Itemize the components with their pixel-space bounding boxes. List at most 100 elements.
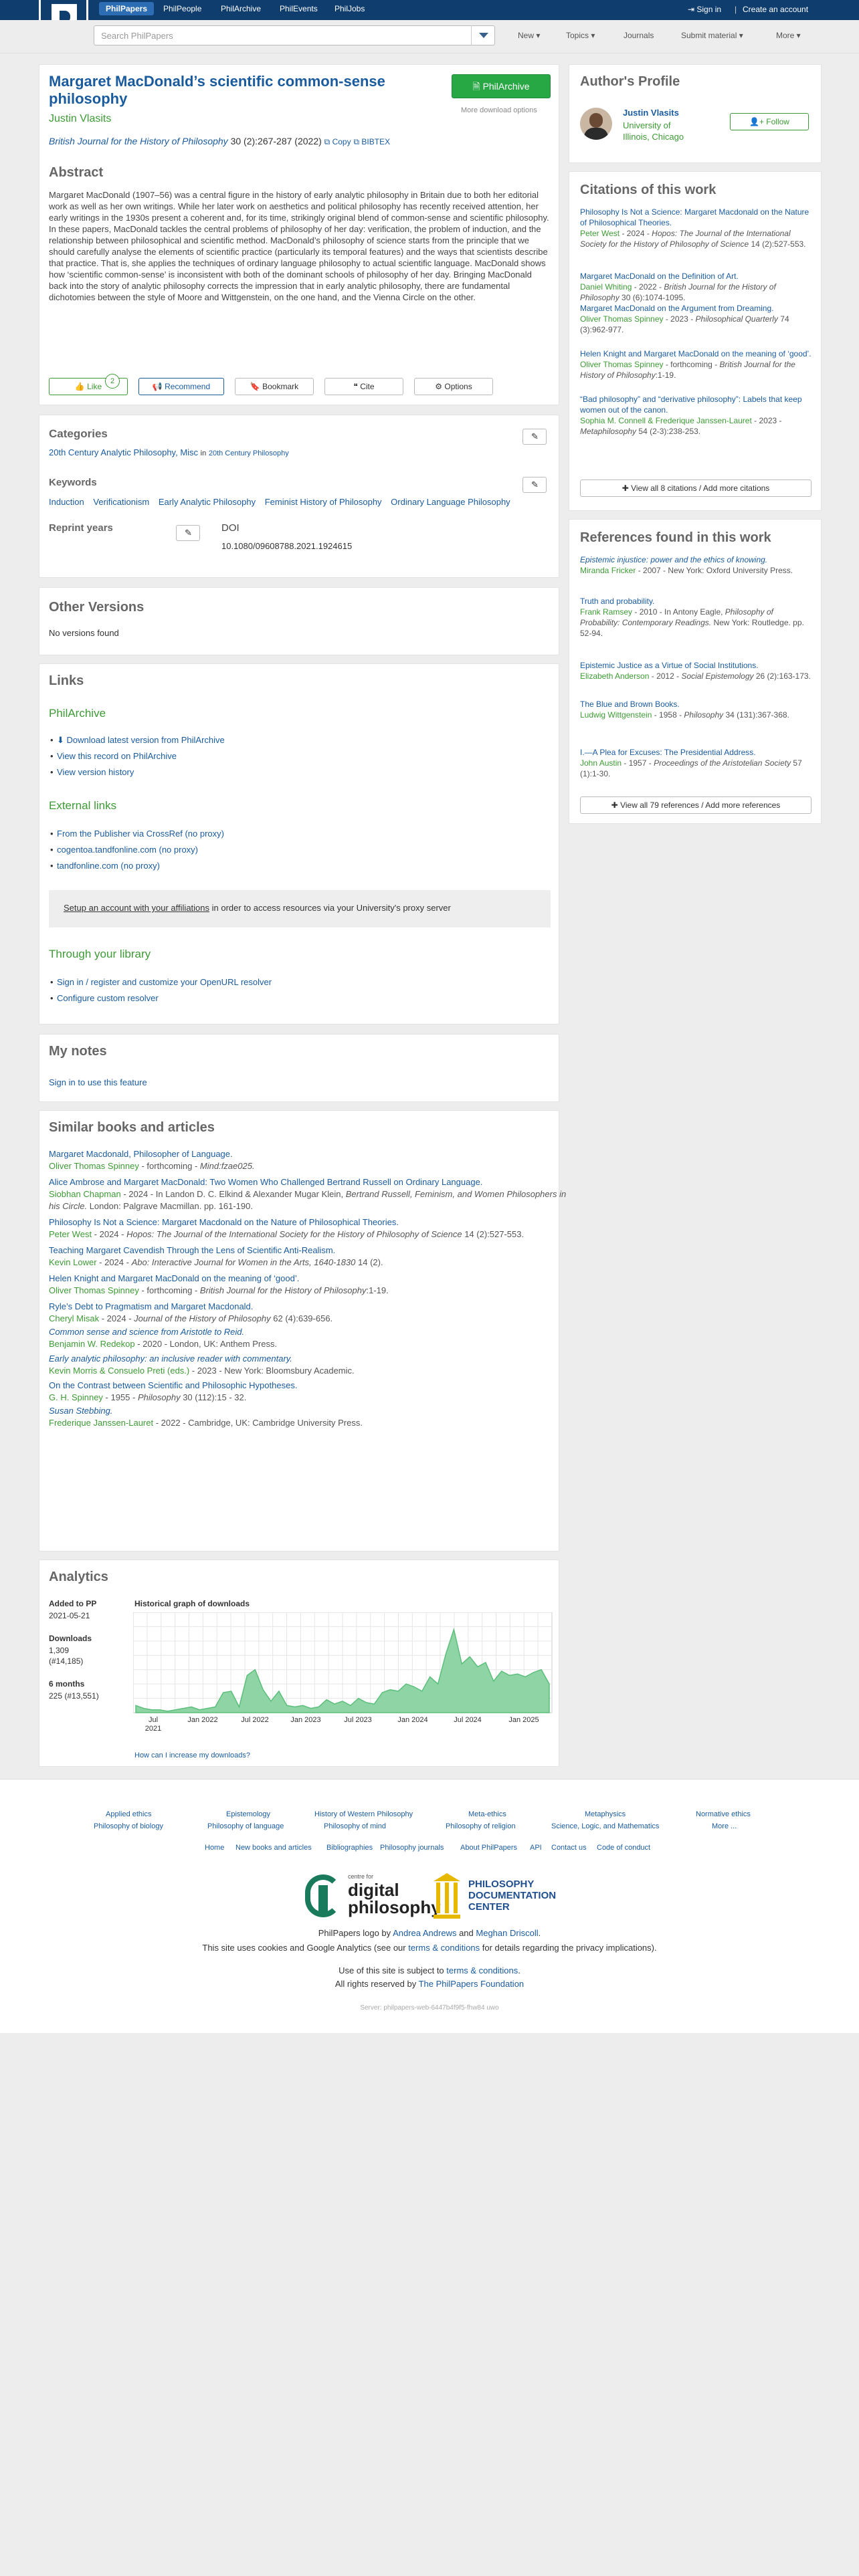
entry-title-link[interactable]: Philosophy Is Not a Science: Margaret Ma… bbox=[580, 207, 809, 227]
entry-author-link[interactable]: Miranda Fricker bbox=[580, 566, 636, 575]
openurl-link[interactable]: Sign in / register and customize your Op… bbox=[50, 977, 272, 987]
view-all-references-button[interactable]: ✚ View all 79 references / Add more refe… bbox=[580, 796, 812, 814]
menu-new[interactable]: New ▾ bbox=[518, 31, 540, 40]
entry-title-link[interactable]: Philosophy Is Not a Science: Margaret Ma… bbox=[49, 1217, 399, 1227]
footer-link[interactable]: New books and articles bbox=[235, 1844, 312, 1852]
tandfonline-link[interactable]: tandfonline.com (no proxy) bbox=[50, 861, 160, 871]
avatar[interactable] bbox=[580, 108, 612, 140]
footer-link[interactable]: Science, Logic, and Mathematics bbox=[551, 1822, 659, 1830]
footer-link[interactable]: Applied ethics bbox=[106, 1810, 152, 1818]
nav-philjobs[interactable]: PhilJobs bbox=[335, 4, 365, 13]
footer-link[interactable]: Bibliographies bbox=[326, 1844, 373, 1852]
custom-resolver-link[interactable]: Configure custom resolver bbox=[50, 993, 159, 1003]
entry-title-link[interactable]: On the Contrast between Scientific and P… bbox=[49, 1380, 297, 1390]
cookies-terms-link[interactable]: terms & conditions bbox=[408, 1943, 480, 1953]
edit-categories-pencil-icon[interactable] bbox=[522, 429, 547, 445]
footer-link[interactable]: More ... bbox=[712, 1822, 737, 1830]
entry-title-link[interactable]: Helen Knight and Margaret MacDonald on t… bbox=[580, 349, 812, 358]
keyword-link[interactable]: Verificationism bbox=[93, 497, 149, 507]
parent-category-link[interactable]: 20th Century Philosophy bbox=[209, 449, 289, 457]
nav-philarchive[interactable]: PhilArchive bbox=[221, 4, 261, 13]
entry-author-link[interactable]: Oliver Thomas Spinney bbox=[580, 360, 664, 369]
version-history-link[interactable]: View version history bbox=[50, 767, 134, 777]
copy-button[interactable]: ⧉ Copy bbox=[324, 137, 351, 146]
entry-title-link[interactable]: Susan Stebbing. bbox=[49, 1406, 112, 1416]
footer-link[interactable]: Home bbox=[205, 1844, 224, 1852]
entry-author-link[interactable]: Oliver Thomas Spinney bbox=[49, 1161, 139, 1171]
entry-author-link[interactable]: Cheryl Misak bbox=[49, 1313, 99, 1323]
philarchive-download-button[interactable]: 🗎 PhilArchive bbox=[452, 74, 551, 98]
edit-keywords-pencil-icon[interactable] bbox=[522, 477, 547, 493]
footer-link[interactable]: Metaphysics bbox=[585, 1810, 626, 1818]
increase-downloads-link[interactable]: How can I increase my downloads? bbox=[134, 1751, 250, 1759]
credit-link-andrews[interactable]: Andrea Andrews bbox=[393, 1928, 456, 1938]
entry-author-link[interactable]: Peter West bbox=[580, 229, 619, 238]
journal-link[interactable]: British Journal for the History of Philo… bbox=[49, 136, 228, 146]
footer-link[interactable]: About PhilPapers bbox=[460, 1844, 517, 1852]
menu-topics[interactable]: Topics ▾ bbox=[566, 31, 595, 40]
credit-link-driscoll[interactable]: Meghan Driscoll bbox=[476, 1928, 538, 1938]
footer-link[interactable]: API bbox=[530, 1844, 542, 1852]
entry-title-link[interactable]: I.—A Plea for Excuses: The Presidential … bbox=[580, 748, 756, 757]
entry-author-link[interactable]: Elizabeth Anderson bbox=[580, 671, 649, 681]
entry-author-link[interactable]: Daniel Whiting bbox=[580, 282, 632, 292]
entry-author-link[interactable]: Oliver Thomas Spinney bbox=[580, 314, 664, 324]
cogentoa-link[interactable]: cogentoa.tandfonline.com (no proxy) bbox=[50, 845, 198, 855]
options-button[interactable]: ⚙ Options bbox=[414, 378, 493, 395]
entry-author-link[interactable]: Ludwig Wittgenstein bbox=[580, 710, 652, 720]
entry-author-link[interactable]: Peter West bbox=[49, 1229, 92, 1239]
keyword-link[interactable]: Feminist History of Philosophy bbox=[265, 497, 382, 507]
terms-link[interactable]: terms & conditions bbox=[446, 1965, 518, 1975]
entry-title-link[interactable]: “Bad philosophy” and “derivative philoso… bbox=[580, 395, 802, 415]
nav-philpeople[interactable]: PhilPeople bbox=[163, 4, 201, 13]
keyword-link[interactable]: Ordinary Language Philosophy bbox=[391, 497, 510, 507]
footer-link[interactable]: Meta-ethics bbox=[468, 1810, 506, 1818]
setup-affiliations-link[interactable]: Setup an account with your affiliations bbox=[64, 903, 209, 913]
footer-link[interactable]: Epistemology bbox=[226, 1810, 270, 1818]
view-record-link[interactable]: View this record on PhilArchive bbox=[50, 751, 177, 761]
entry-title-link[interactable]: Alice Ambrose and Margaret MacDonald: Tw… bbox=[49, 1177, 482, 1187]
keyword-link[interactable]: Early Analytic Philosophy bbox=[159, 497, 256, 507]
footer-link[interactable]: Philosophy journals bbox=[380, 1844, 444, 1852]
entry-author-link[interactable]: Benjamin W. Redekop bbox=[49, 1339, 135, 1349]
follow-button[interactable]: 👤+ Follow bbox=[730, 113, 809, 130]
menu-journals[interactable]: Journals bbox=[624, 31, 654, 40]
foundation-link[interactable]: The PhilPapers Foundation bbox=[419, 1979, 524, 1989]
cite-button[interactable]: ❝ Cite bbox=[324, 378, 403, 395]
footer-link[interactable]: Normative ethics bbox=[696, 1810, 751, 1818]
search-input[interactable]: Search PhilPapers bbox=[94, 25, 495, 45]
entry-author-link[interactable]: Frank Ramsey bbox=[580, 607, 632, 617]
keyword-link[interactable]: Induction bbox=[49, 497, 84, 507]
bookmark-button[interactable]: 🔖 Bookmark bbox=[235, 378, 314, 395]
edit-reprint-pencil-icon[interactable] bbox=[176, 525, 200, 541]
entry-title-link[interactable]: Margaret MacDonald on the Definition of … bbox=[580, 272, 739, 281]
nav-philevents[interactable]: PhilEvents bbox=[280, 4, 318, 13]
footer-link[interactable]: Philosophy of religion bbox=[446, 1822, 516, 1830]
nav-philpapers[interactable]: PhilPapers bbox=[99, 2, 155, 15]
notes-sign-in-link[interactable]: Sign in to use this feature bbox=[49, 1077, 147, 1087]
entry-title-link[interactable]: Margaret Macdonald, Philosopher of Langu… bbox=[49, 1149, 233, 1159]
entry-title-link[interactable]: Epistemic Justice as a Virtue of Social … bbox=[580, 661, 759, 670]
entry-title-link[interactable]: Common sense and science from Aristotle … bbox=[49, 1327, 244, 1337]
entry-author-link[interactable]: Sophia M. Connell & Frederique Janssen-L… bbox=[580, 416, 752, 425]
category-link[interactable]: 20th Century Analytic Philosophy, Misc bbox=[49, 447, 198, 457]
entry-title-link[interactable]: The Blue and Brown Books. bbox=[580, 700, 680, 709]
entry-author-link[interactable]: Siobhan Chapman bbox=[49, 1189, 121, 1199]
footer-link[interactable]: Philosophy of mind bbox=[324, 1822, 386, 1830]
more-download-options[interactable]: More download options bbox=[461, 106, 537, 114]
entry-author-link[interactable]: Frederique Janssen-Lauret bbox=[49, 1418, 153, 1428]
author-link[interactable]: Justin Vlasits bbox=[49, 113, 111, 125]
footer-link[interactable]: History of Western Philosophy bbox=[314, 1810, 413, 1818]
create-account-link[interactable]: Create an account bbox=[743, 5, 808, 14]
search-dropdown-button[interactable] bbox=[471, 25, 495, 45]
footer-link[interactable]: Contact us bbox=[551, 1844, 587, 1852]
entry-title-link[interactable]: Teaching Margaret Cavendish Through the … bbox=[49, 1245, 335, 1255]
footer-link[interactable]: Philosophy of language bbox=[207, 1822, 284, 1830]
footer-link[interactable]: Philosophy of biology bbox=[94, 1822, 163, 1830]
entry-title-link[interactable]: Ryle’s Debt to Pragmatism and Margaret M… bbox=[49, 1301, 253, 1311]
centre-for-digital-philosophy-logo[interactable]: centre for digital philosophy bbox=[305, 1869, 441, 1923]
menu-submit[interactable]: Submit material ▾ bbox=[681, 31, 743, 40]
entry-title-link[interactable]: Epistemic injustice: power and the ethic… bbox=[580, 555, 767, 564]
profile-affiliation[interactable]: University of Illinois, Chicago bbox=[623, 120, 696, 142]
profile-name-link[interactable]: Justin Vlasits bbox=[623, 108, 679, 118]
